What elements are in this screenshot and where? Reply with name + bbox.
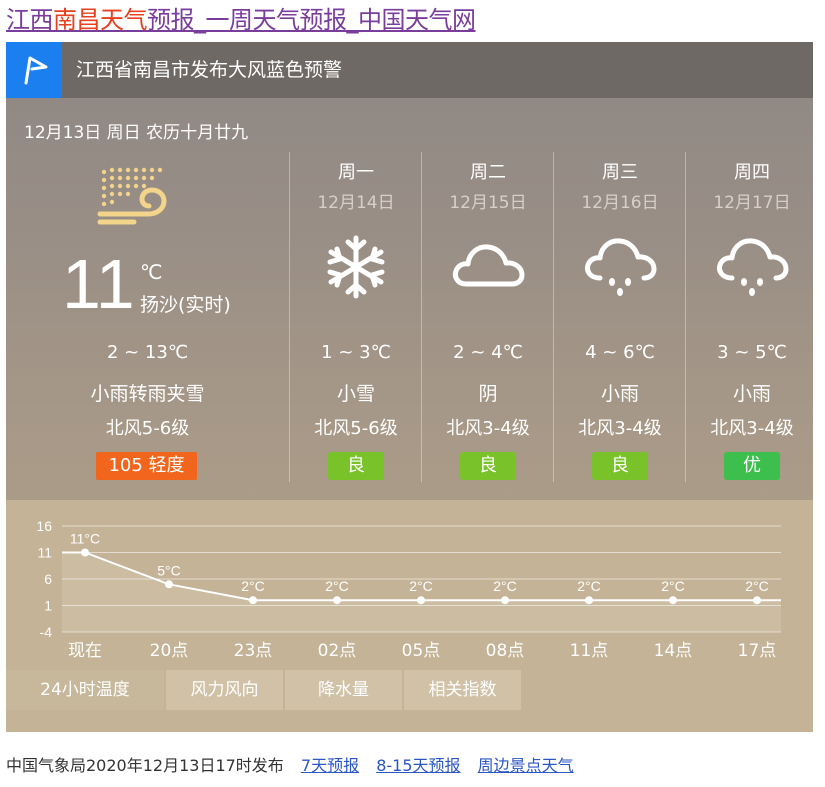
link-7-day[interactable]: 7天预报 xyxy=(301,756,359,775)
x-tick-label: 14点 xyxy=(654,641,693,661)
y-tick-label: 11 xyxy=(37,545,52,561)
day-name: 周三 xyxy=(602,162,638,183)
day-temp-range: 1 ~ 3℃ xyxy=(321,342,391,363)
chart-tabs: 24小时温度 风力风向 降水量 相关指数 xyxy=(6,670,813,710)
day-wind: 北风3-4级 xyxy=(578,418,662,439)
data-point xyxy=(249,596,257,605)
x-tick-label: 现在 xyxy=(68,641,102,661)
tab-24h-temperature[interactable]: 24小时温度 xyxy=(6,670,164,710)
tab-wind[interactable]: 风力风向 xyxy=(166,670,283,710)
page-title[interactable]: 江西南昌天气预报_一周天气预报_中国天气网 xyxy=(6,4,476,36)
day-aqi-badge[interactable]: 良 xyxy=(328,452,384,480)
day-wind: 北风5-6级 xyxy=(314,418,398,439)
title-part-2: 南昌天气 xyxy=(53,6,148,34)
data-point xyxy=(165,580,173,589)
forecast-day-1[interactable]: 周一 12月14日 1 ~ 3℃ 小雪 北风5-6级 良 xyxy=(289,152,422,482)
current-condition: 扬沙(实时) xyxy=(140,294,231,316)
day-weather: 小雨 xyxy=(732,383,771,405)
day-temp-range: 2 ~ 4℃ xyxy=(453,342,523,363)
data-label: 2°C xyxy=(241,578,265,594)
title-part-3: 预报_一周天气预报_中国天气网 xyxy=(147,6,476,34)
x-tick-label: 17点 xyxy=(738,641,777,661)
day-weather: 阴 xyxy=(478,383,498,405)
day-date: 12月15日 xyxy=(449,193,527,213)
cloudy-icon xyxy=(450,232,526,302)
x-tick-label: 02点 xyxy=(318,641,357,661)
rain-icon xyxy=(714,232,790,302)
data-label: 2°C xyxy=(661,578,685,594)
snow-icon xyxy=(318,232,394,302)
data-label: 2°C xyxy=(325,578,349,594)
day-name: 周二 xyxy=(470,162,506,183)
temperature-line-chart: 16 11 6 1 -4 11°C 现在 5°C 20点 2°C 23点 2°C 02点 2°C 05点 2°… xyxy=(36,518,781,661)
data-label: 2°C xyxy=(493,578,517,594)
data-point xyxy=(417,596,425,605)
data-label: 2°C xyxy=(745,578,769,594)
alert-text: 江西省南昌市发布大风蓝色预警 xyxy=(76,59,343,81)
day-weather: 小雪 xyxy=(336,383,375,405)
y-tick-label: 16 xyxy=(36,518,52,534)
day-weather: 小雨 xyxy=(600,383,639,405)
data-label: 11°C xyxy=(70,531,100,547)
x-tick-label: 20点 xyxy=(150,641,189,661)
today-forecast: 11 ℃ 扬沙(实时) 2 ~ 13℃ 小雨转雨夹雪 北风5-6级 105 轻度 xyxy=(6,152,289,482)
x-tick-label: 08点 xyxy=(486,641,525,661)
hourly-chart-area: 16 11 6 1 -4 11°C 现在 5°C 20点 2°C 23点 2°C 02点 2°C 05点 2°… xyxy=(6,500,813,732)
footer: 中国气象局2020年12月13日17时发布 7天预报 8-15天预报 周边景点天… xyxy=(6,752,574,776)
tab-precipitation[interactable]: 降水量 xyxy=(285,670,402,710)
link-8-15-day[interactable]: 8-15天预报 xyxy=(376,756,460,775)
today-weather: 小雨转雨夹雪 xyxy=(90,383,205,405)
title-part-1: 江西 xyxy=(6,6,54,34)
day-wind: 北风3-4级 xyxy=(710,418,794,439)
day-date: 12月14日 xyxy=(317,193,395,213)
day-date: 12月17日 xyxy=(713,193,791,213)
data-label: 2°C xyxy=(577,578,601,594)
x-tick-label: 23点 xyxy=(234,641,273,661)
date-line: 12月13日 周日 农历十月廿九 xyxy=(24,123,249,143)
y-tick-label: 6 xyxy=(44,571,52,587)
forecast-day-3[interactable]: 周三 12月16日 4 ~ 6℃ 小雨 北风3-4级 良 xyxy=(553,152,686,482)
day-name: 周一 xyxy=(338,162,374,183)
data-label: 5°C xyxy=(157,562,181,578)
y-tick-label: -4 xyxy=(40,624,53,640)
data-point xyxy=(81,548,89,557)
sandstorm-icon xyxy=(94,162,170,228)
data-point xyxy=(669,596,677,605)
data-point xyxy=(753,596,761,605)
day-date: 12月16日 xyxy=(581,193,659,213)
today-temp-range: 2 ~ 13℃ xyxy=(106,342,189,363)
day-name: 周四 xyxy=(734,162,770,183)
day-aqi-badge[interactable]: 良 xyxy=(592,452,648,480)
flag-icon xyxy=(6,42,62,98)
temperature-unit: ℃ xyxy=(140,260,163,284)
alert-bar[interactable]: 江西省南昌市发布大风蓝色预警 xyxy=(6,42,813,98)
weather-panel: 江西省南昌市发布大风蓝色预警 12月13日 周日 农历十月廿九 11 ℃ 扬沙(… xyxy=(6,42,813,732)
tab-indices[interactable]: 相关指数 xyxy=(404,670,521,710)
today-wind: 北风5-6级 xyxy=(105,418,190,439)
forecast-day-2[interactable]: 周二 12月15日 2 ~ 4℃ 阴 北风3-4级 良 xyxy=(421,152,554,482)
day-temp-range: 4 ~ 6℃ xyxy=(585,342,655,363)
today-aqi-badge[interactable]: 105 轻度 xyxy=(96,452,197,480)
link-nearby-scenic[interactable]: 周边景点天气 xyxy=(478,756,574,775)
data-label: 2°C xyxy=(409,578,433,594)
day-aqi-badge[interactable]: 优 xyxy=(724,452,780,480)
data-point xyxy=(585,596,593,605)
x-tick-label: 05点 xyxy=(402,641,441,661)
rain-icon xyxy=(582,232,658,302)
day-temp-range: 3 ~ 5℃ xyxy=(717,342,787,363)
publish-info: 中国气象局2020年12月13日17时发布 xyxy=(6,756,284,775)
x-tick-label: 11点 xyxy=(570,641,609,661)
data-point xyxy=(501,596,509,605)
day-aqi-badge[interactable]: 良 xyxy=(460,452,516,480)
day-wind: 北风3-4级 xyxy=(446,418,530,439)
data-point xyxy=(333,596,341,605)
y-tick-label: 1 xyxy=(44,598,52,614)
current-temperature: 11 xyxy=(62,245,135,323)
forecast-day-4[interactable]: 周四 12月17日 3 ~ 5℃ 小雨 北风3-4级 优 xyxy=(685,152,813,482)
